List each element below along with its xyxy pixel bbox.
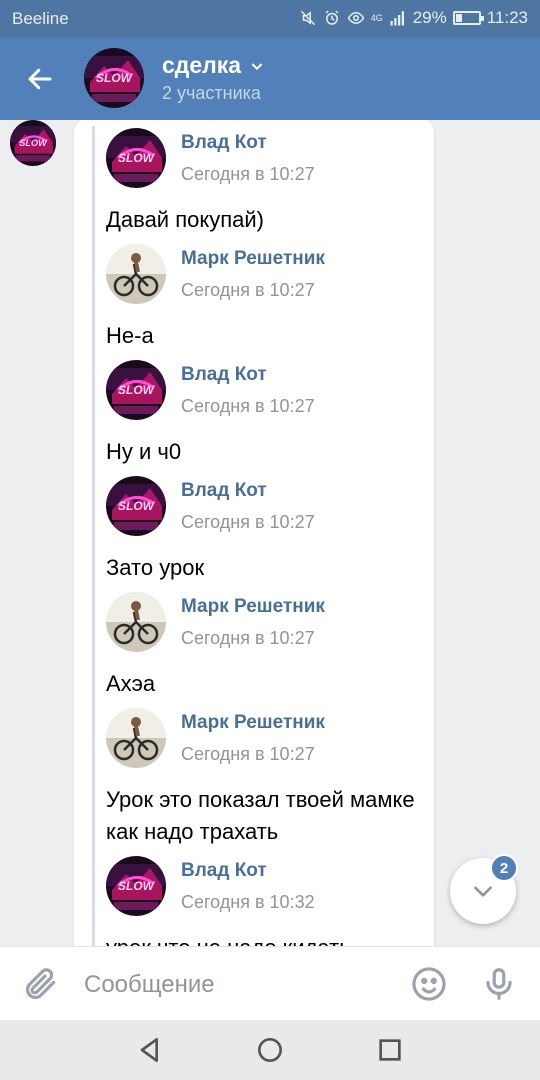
network-type-label: 4G [370, 12, 383, 23]
avatar[interactable] [106, 244, 166, 304]
message-list[interactable]: Влад Кот Сегодня в 10:27 Давай покупай) … [0, 120, 540, 946]
chat-title: сделка [162, 52, 242, 78]
participants-count: 2 участника [162, 83, 261, 103]
author-name[interactable]: Влад Кот [181, 480, 267, 502]
chevron-down-icon [474, 886, 492, 897]
message-time: Сегодня в 10:27 [181, 512, 315, 532]
avatar[interactable] [106, 360, 166, 420]
author-name[interactable]: Влад Кот [181, 132, 267, 154]
battery-percent: 29% [412, 8, 447, 27]
author-name[interactable]: Марк Решетник [181, 596, 325, 618]
alarm-icon [323, 9, 341, 27]
message-composer [0, 946, 540, 1020]
back-button[interactable] [16, 56, 64, 102]
avatar[interactable] [106, 592, 166, 652]
message-text: Не-а [106, 323, 154, 348]
smile-icon [412, 967, 446, 1001]
status-icons: 4G 29% 11:23 [299, 8, 528, 28]
message-time: Сегодня в 10:32 [181, 892, 315, 912]
message-input[interactable] [84, 969, 384, 1001]
author-name[interactable]: Влад Кот [181, 860, 267, 882]
signal-icon [389, 9, 407, 27]
circle-home-icon [258, 1038, 282, 1062]
message-text: Зато урок [106, 555, 205, 580]
author-name[interactable]: Марк Решетник [181, 712, 325, 734]
chat-header: сделка 2 участника [0, 38, 540, 120]
message-text: Давай покупай) [106, 207, 264, 232]
square-recents-icon [379, 1039, 401, 1061]
eye-icon [347, 9, 365, 27]
avatar[interactable] [106, 128, 166, 188]
message-text: урок что не надо кидать [106, 932, 426, 946]
paperclip-icon [25, 968, 56, 1000]
message-time: Сегодня в 10:27 [181, 396, 315, 416]
arrow-left-icon [28, 68, 52, 90]
message-text: Урок это показал твоей мамке как надо тр… [106, 787, 415, 844]
avatar[interactable] [10, 120, 56, 166]
message-text: Ахэа [106, 671, 156, 696]
attach-button[interactable] [22, 965, 60, 1003]
message-time: Сегодня в 10:27 [181, 628, 315, 648]
clock: 11:23 [486, 8, 528, 27]
avatar[interactable] [106, 856, 166, 916]
status-bar: Beeline 4G 29% 11:23 [0, 0, 540, 38]
carrier-label: Beeline [12, 9, 69, 28]
battery-icon [452, 11, 484, 25]
message-time: Сегодня в 10:27 [181, 164, 315, 184]
nav-home-button[interactable] [254, 1034, 286, 1066]
mute-icon [299, 9, 317, 27]
chevron-down-icon [251, 62, 263, 70]
message-time: Сегодня в 10:27 [181, 280, 315, 300]
voice-message-button[interactable] [480, 965, 518, 1003]
emoji-button[interactable] [410, 965, 448, 1003]
message-text: Ну и ч0 [106, 439, 182, 464]
avatar[interactable] [106, 708, 166, 768]
nav-back-button[interactable] [134, 1034, 166, 1066]
message-bubble[interactable]: Влад Кот Сегодня в 10:27 Давай покупай) … [74, 120, 434, 946]
avatar[interactable] [106, 476, 166, 536]
forward-divider [92, 126, 95, 946]
chat-avatar[interactable] [84, 48, 144, 108]
author-name[interactable]: Влад Кот [181, 364, 267, 386]
system-navigation-bar [0, 1020, 540, 1080]
chat-title-button[interactable]: сделка [162, 52, 265, 79]
message-time: Сегодня в 10:27 [181, 744, 315, 764]
unread-badge: 2 [490, 854, 518, 882]
microphone-icon [486, 968, 512, 1000]
author-name[interactable]: Марк Решетник [181, 248, 325, 270]
nav-recents-button[interactable] [374, 1034, 406, 1066]
triangle-back-icon [140, 1038, 158, 1062]
